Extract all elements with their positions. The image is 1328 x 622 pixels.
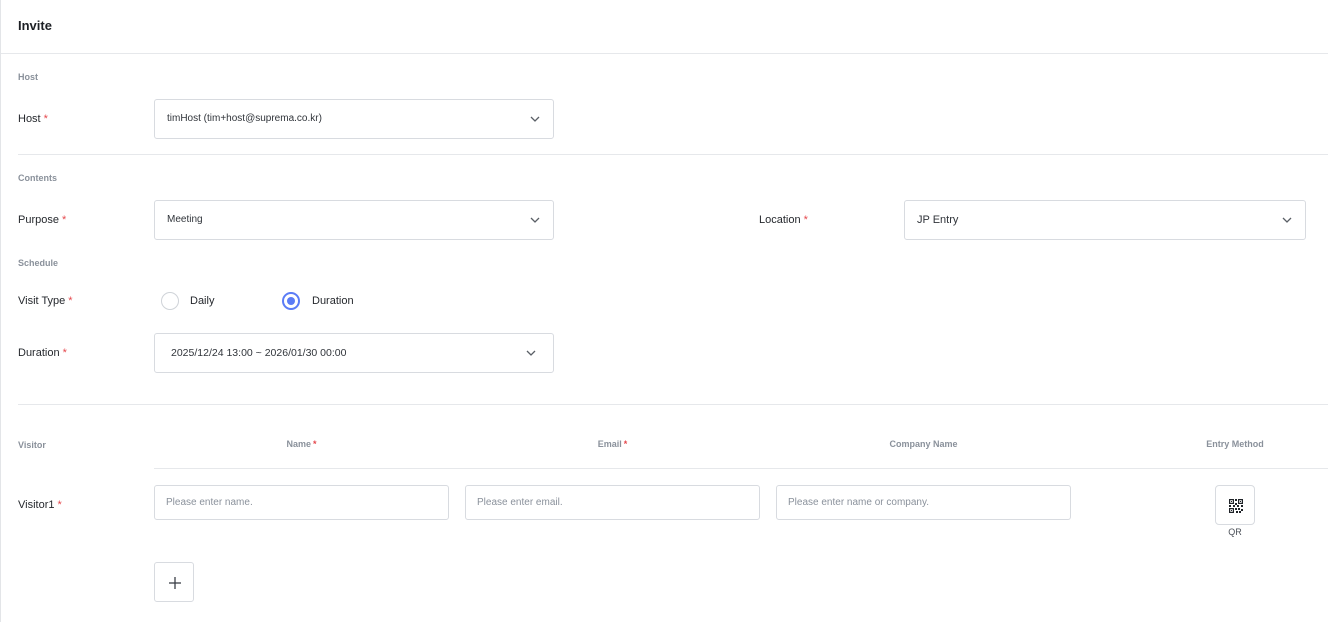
required-mark: * [803, 214, 808, 226]
radio-duration-label[interactable]: Duration [312, 295, 354, 307]
section-label-schedule: Schedule [18, 258, 59, 268]
location-select-value: JP Entry [917, 214, 959, 226]
visit-type-label-text: Visit Type [18, 295, 66, 307]
purpose-select[interactable]: Meeting [154, 200, 554, 240]
purpose-label-text: Purpose [18, 214, 59, 226]
host-select[interactable]: timHost (tim+host@suprema.co.kr) [154, 99, 554, 139]
visitor-email-input[interactable] [465, 485, 760, 520]
radio-daily-label[interactable]: Daily [190, 295, 214, 307]
invite-form: Invite Host Host * timHost (tim+host@supr… [0, 0, 1328, 622]
duration-value: 2025/12/24 13:00 ~ 2026/01/30 00:00 [171, 347, 347, 359]
visitor-name-input[interactable] [154, 485, 449, 520]
visitor-company-input[interactable] [776, 485, 1071, 520]
radio-daily[interactable] [161, 292, 179, 310]
column-header-name-text: Name [286, 439, 311, 449]
section-label-visitor: Visitor [18, 440, 46, 450]
column-header-name: Name * [154, 439, 449, 449]
chevron-down-icon [530, 217, 540, 223]
column-header-email-text: Email [597, 439, 622, 449]
table-header-divider [154, 468, 1328, 469]
required-mark: * [43, 113, 48, 125]
required-mark: * [61, 214, 67, 226]
column-header-email: Email * [465, 439, 760, 449]
column-header-company: Company Name [889, 439, 958, 449]
page-title: Invite [18, 18, 52, 33]
purpose-select-value: Meeting [167, 214, 203, 225]
column-header-entry-method: Entry Method [1206, 439, 1264, 449]
form-header: Invite [1, 0, 1328, 54]
location-select[interactable]: JP Entry [904, 200, 1306, 240]
chevron-down-icon [526, 350, 536, 356]
add-visitor-button[interactable] [154, 562, 194, 602]
location-label: Location * [759, 214, 808, 226]
qr-entry-button[interactable] [1215, 485, 1255, 525]
host-label: Host * [18, 113, 48, 125]
section-divider [18, 404, 1328, 405]
purpose-label: Purpose * [18, 214, 66, 226]
host-select-value: timHost (tim+host@suprema.co.kr) [167, 113, 322, 124]
visit-type-label: Visit Type * [18, 295, 73, 307]
required-mark: * [313, 439, 317, 449]
duration-label: Duration * [18, 347, 67, 359]
location-label-text: Location [759, 214, 801, 226]
chevron-down-icon [1282, 217, 1292, 223]
required-mark: * [68, 295, 73, 307]
required-mark: * [623, 439, 628, 449]
chevron-down-icon [530, 116, 540, 122]
duration-label-text: Duration [18, 347, 60, 359]
qr-code-icon [1229, 499, 1243, 513]
required-mark: * [57, 499, 62, 511]
section-divider [18, 154, 1328, 155]
plus-icon [169, 577, 181, 589]
section-label-host: Host [18, 72, 38, 82]
qr-entry-label: QR [1228, 527, 1242, 537]
radio-duration[interactable] [282, 292, 300, 310]
duration-picker[interactable]: 2025/12/24 13:00 ~ 2026/01/30 00:00 [154, 333, 554, 373]
section-label-contents: Contents [18, 173, 57, 183]
required-mark: * [62, 347, 67, 359]
host-label-text: Host [18, 113, 41, 125]
visitor-row-label: Visitor1 * [18, 499, 62, 511]
visitor-row-label-text: Visitor1 [18, 499, 55, 511]
